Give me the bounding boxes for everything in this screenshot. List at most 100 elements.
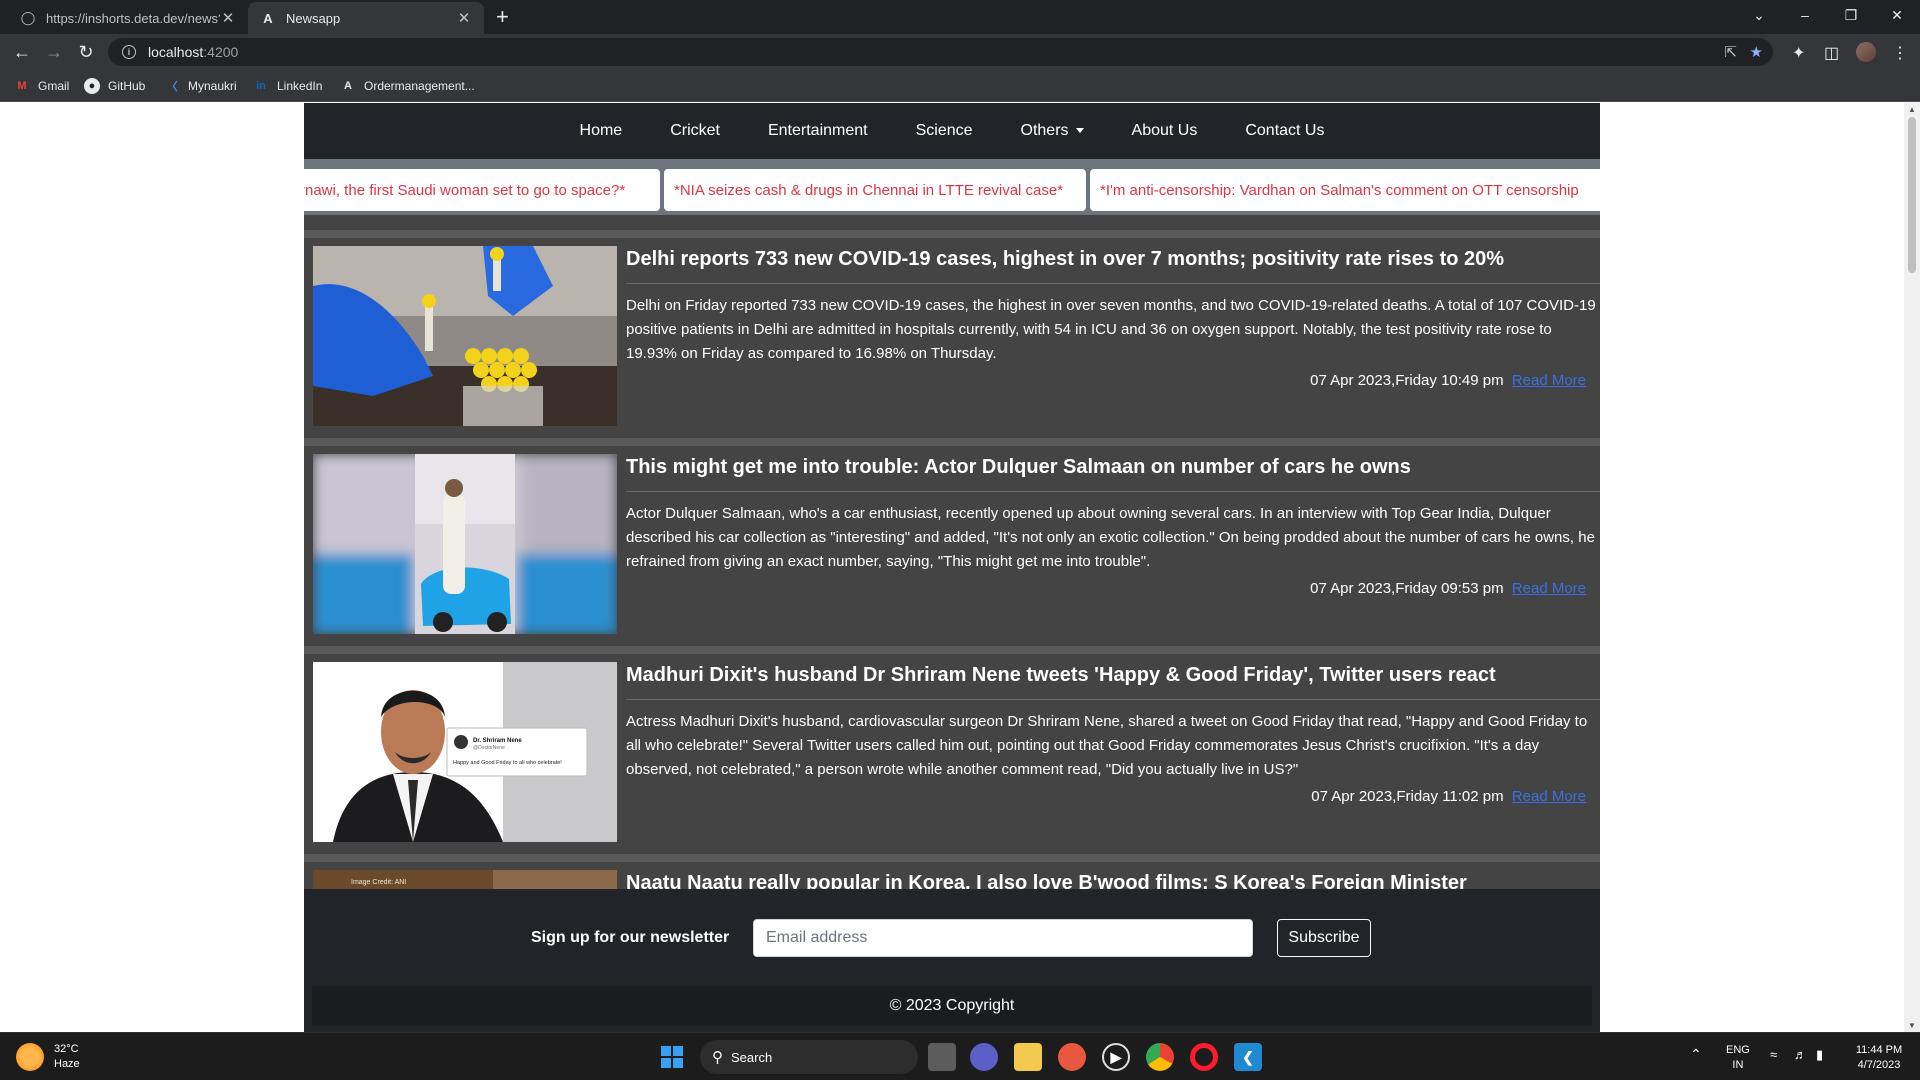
tab-newsapp[interactable]: A Newsapp ✕: [248, 2, 484, 34]
extensions-puzzle-icon[interactable]: ✦: [1792, 43, 1805, 63]
bookmark-linkedin[interactable]: in LinkedIn: [253, 76, 322, 96]
address-url: localhost:4200: [148, 44, 239, 60]
scroll-down-arrow-icon[interactable]: ▼: [1908, 1021, 1916, 1030]
site-info-icon[interactable]: i: [122, 45, 136, 59]
chrome-icon[interactable]: [1146, 1043, 1174, 1071]
nav-cricket[interactable]: Cricket: [670, 122, 720, 140]
news-image-dulquer: [313, 454, 617, 634]
globe-icon: ◯: [20, 10, 36, 25]
news-title: Delhi reports 733 new COVID-19 cases, hi…: [626, 244, 1600, 284]
weather-temp: 32°C: [54, 1043, 79, 1055]
nav-home[interactable]: Home: [580, 122, 623, 140]
linkedin-icon: in: [256, 80, 266, 92]
bookmark-github[interactable]: ● GitHub: [84, 76, 145, 96]
news-image-shriram-nene: Dr. Shriram Nene @DoctorNene Happy and G…: [313, 662, 617, 842]
headline-ticker: rnawi, the first Saudi woman set to go t…: [304, 159, 1600, 215]
page-viewport: Home Cricket Entertainment Science Other…: [0, 103, 1904, 1032]
tab-inshorts[interactable]: ◯ https://inshorts.deta.dev/news?c ✕: [8, 2, 248, 34]
back-arrow-icon[interactable]: ←: [10, 40, 34, 64]
new-tab-button[interactable]: +: [496, 4, 509, 30]
tab-title: https://inshorts.deta.dev/news?c: [46, 10, 220, 26]
caret-down-icon: [1075, 128, 1084, 134]
bookmark-star-icon[interactable]: ★: [1750, 43, 1763, 61]
tab-search-chevron-icon[interactable]: ⌄: [1736, 0, 1782, 30]
news-image-covid-test: [313, 246, 617, 426]
copyright-text: © 2023 Copyright: [312, 986, 1592, 1026]
read-more-link[interactable]: Read More: [1512, 788, 1586, 805]
volume-icon[interactable]: ♬: [1794, 1047, 1807, 1062]
tweet-handle: @DoctorNene: [473, 745, 505, 751]
scrollbar-thumb[interactable]: [1908, 117, 1916, 273]
newsletter-label: Sign up for our newsletter: [531, 929, 730, 946]
teams-chat-icon[interactable]: [970, 1043, 998, 1071]
vscode-icon[interactable]: ❮: [1234, 1043, 1262, 1071]
angular-icon: A: [344, 80, 352, 92]
bookmarks-bar: M Gmail ● GitHub 〈 Mynaukri in LinkedIn …: [0, 70, 1920, 102]
nav-others-dropdown[interactable]: Others: [1021, 122, 1084, 140]
tweet-name: Dr. Shriram Nene: [473, 738, 522, 744]
close-tab-icon[interactable]: ✕: [220, 9, 236, 27]
close-tab-icon[interactable]: ✕: [456, 9, 472, 27]
bookmark-gmail[interactable]: M Gmail: [14, 76, 69, 96]
gmail-icon: M: [17, 80, 27, 92]
forward-arrow-icon[interactable]: →: [42, 40, 66, 64]
ticker-headline[interactable]: *I'm anti-censorship: Vardhan on Salman'…: [1090, 169, 1600, 211]
media-player-icon[interactable]: ▶: [1102, 1043, 1130, 1071]
weather-condition: Haze: [54, 1058, 80, 1070]
address-bar[interactable]: i localhost:4200 ⇱ ★: [108, 38, 1773, 66]
news-card: This might get me into trouble: Actor Du…: [304, 438, 1600, 638]
tab-title: Newsapp: [286, 10, 341, 26]
read-more-link[interactable]: Read More: [1512, 372, 1586, 389]
ticker-headline[interactable]: rnawi, the first Saudi woman set to go t…: [304, 169, 660, 211]
bookmark-ordermanagement[interactable]: A Ordermanagement...: [340, 76, 475, 96]
scroll-up-arrow-icon[interactable]: ▲: [1908, 105, 1916, 114]
github-icon: ●: [84, 78, 100, 94]
postman-icon[interactable]: [1058, 1043, 1086, 1071]
taskbar-search[interactable]: ⚲ Search: [700, 1040, 918, 1074]
browser-tab-strip: ◯ https://inshorts.deta.dev/news?c ✕ A N…: [0, 0, 1920, 34]
menu-kebab-icon[interactable]: ⋮: [1892, 43, 1908, 63]
file-explorer-icon[interactable]: [1014, 1043, 1042, 1071]
minimize-button[interactable]: –: [1782, 0, 1828, 30]
news-card: Dr. Shriram Nene @DoctorNene Happy and G…: [304, 646, 1600, 846]
sun-haze-icon: [16, 1043, 44, 1071]
opera-icon[interactable]: [1190, 1043, 1218, 1071]
nav-about-us[interactable]: About Us: [1132, 122, 1198, 140]
subscribe-button[interactable]: Subscribe: [1277, 919, 1371, 957]
news-title: Madhuri Dixit's husband Dr Shriram Nene …: [626, 660, 1600, 700]
windows-start-icon[interactable]: [658, 1043, 686, 1071]
news-content: Actor Dulquer Salmaan, who's a car enthu…: [626, 505, 1595, 570]
newsapp-container: Home Cricket Entertainment Science Other…: [304, 103, 1600, 1032]
task-view-icon[interactable]: [928, 1043, 956, 1071]
naukri-icon: 〈: [166, 81, 178, 93]
email-input[interactable]: [753, 919, 1253, 957]
clock[interactable]: 11:44 PM 4/7/2023: [1848, 1043, 1910, 1073]
browser-toolbar: ← → ↻ i localhost:4200 ⇱ ★ ✦ ◫ ⋮: [0, 34, 1920, 70]
reload-icon[interactable]: ↻: [74, 40, 98, 64]
search-icon: ⚲: [712, 1049, 723, 1066]
share-icon[interactable]: ⇱: [1724, 43, 1737, 61]
wifi-icon[interactable]: ≈: [1770, 1047, 1777, 1062]
side-panel-icon[interactable]: ◫: [1824, 43, 1839, 63]
tweet-body: Happy and Good Friday to all who celebra…: [453, 760, 562, 766]
news-content: Delhi on Friday reported 733 new COVID-1…: [626, 297, 1596, 362]
profile-avatar[interactable]: [1856, 42, 1876, 62]
close-window-button[interactable]: ✕: [1874, 0, 1920, 30]
restore-button[interactable]: ❐: [1828, 0, 1874, 30]
nav-contact-us[interactable]: Contact Us: [1245, 122, 1324, 140]
page-scrollbar[interactable]: ▲ ▼: [1904, 103, 1920, 1032]
news-date: 07 Apr 2023,Friday 09:53 pm: [1310, 580, 1504, 597]
news-meta: 07 Apr 2023,Friday 10:49 pm Read More: [1310, 372, 1586, 389]
bookmark-mynaukri[interactable]: 〈 Mynaukri: [164, 76, 237, 96]
nav-science[interactable]: Science: [916, 122, 973, 140]
news-card: Delhi reports 733 new COVID-19 cases, hi…: [304, 230, 1600, 430]
nav-entertainment[interactable]: Entertainment: [768, 122, 868, 140]
language-indicator[interactable]: ENG IN: [1726, 1043, 1750, 1073]
battery-icon[interactable]: ▮: [1816, 1047, 1823, 1062]
read-more-link[interactable]: Read More: [1512, 580, 1586, 597]
ticker-headline[interactable]: *NIA seizes cash & drugs in Chennai in L…: [664, 169, 1086, 211]
angular-icon: A: [263, 10, 273, 26]
tray-chevron-up-icon[interactable]: ⌃: [1690, 1047, 1702, 1062]
weather-widget[interactable]: 32°C Haze: [16, 1042, 80, 1072]
news-date: 07 Apr 2023,Friday 11:02 pm: [1311, 788, 1504, 805]
